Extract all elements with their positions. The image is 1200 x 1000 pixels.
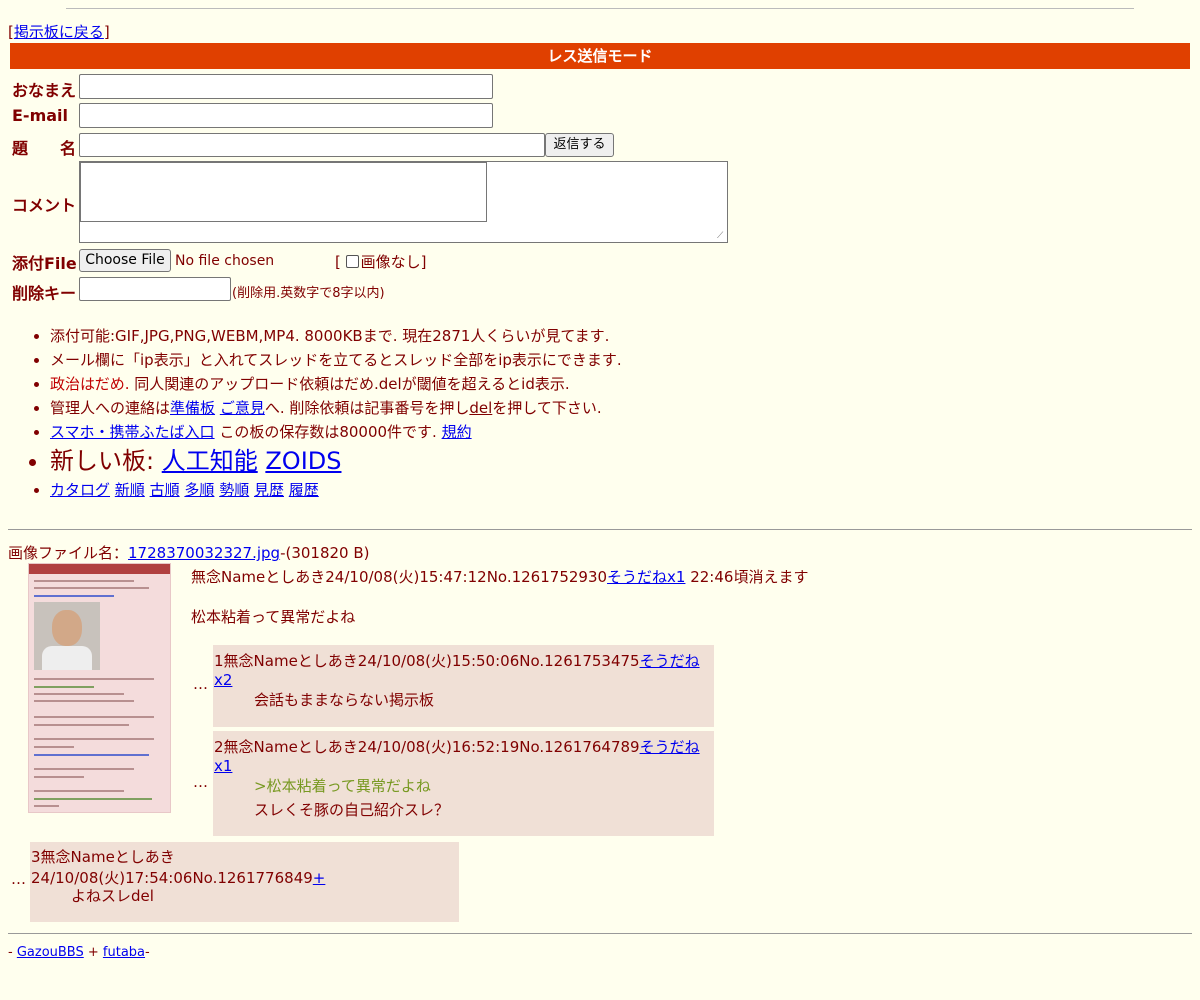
zoids-board-link[interactable]: ZOIDS (265, 447, 341, 475)
sort-momentum-link[interactable]: 勢順 (219, 481, 249, 499)
prep-board-link[interactable]: 準備板 (170, 399, 215, 417)
no-file-status: No file chosen (175, 253, 275, 269)
submit-reply-button[interactable]: 返信する (545, 133, 614, 157)
del-text: del (469, 399, 493, 417)
reply-2: 2無念Nameとしあき24/10/08(火)16:52:19No.1261764… (213, 731, 714, 836)
no-image-checkbox[interactable] (345, 255, 359, 268)
reply-ellipsis: … (193, 773, 208, 791)
op-soudane-link[interactable]: そうだねx1 (607, 568, 685, 586)
reply-header: 1無念Nameとしあき24/10/08(火)15:50:06No.1261753… (214, 652, 700, 689)
mobile-entrance-link[interactable]: スマホ・携帯ふたば入口 (50, 423, 215, 441)
op-comment: 松本粘着って異常だよね (191, 608, 356, 626)
email-label: E-mail (12, 106, 69, 125)
image-file-link[interactable]: 1728370032327.jpg (128, 544, 280, 562)
ai-board-link[interactable]: 人工知能 (162, 447, 258, 475)
no-image-option: [ 画像なし] (335, 253, 427, 271)
reply-ellipsis: … (193, 675, 208, 693)
choose-file-button[interactable]: Choose File (79, 249, 171, 272)
email-input[interactable] (79, 103, 493, 128)
file-label: 添付File (12, 254, 77, 273)
rule-item: スマホ・携帯ふたば入口 この板の保存数は80000件です. 規約 (50, 420, 622, 444)
new-boards-item: 新しい板: 人工知能 ZOIDS (50, 444, 622, 478)
history-link[interactable]: 履歴 (289, 481, 319, 499)
rule-item: メール欄に「ip表示」と入れてスレッドを立てるとスレッド全部をip表示にできます… (50, 348, 622, 372)
subject-input[interactable] (79, 133, 545, 157)
top-divider (66, 8, 1134, 9)
thread-thumbnail[interactable] (28, 563, 171, 813)
rule-item: 政治はだめ. 同人関連のアップロード依頼はだめ.delが閾値を超えるとid表示. (50, 372, 622, 396)
gazoubbs-link[interactable]: GazouBBS (17, 945, 84, 960)
sort-links-item: カタログ 新順 古順 多順 勢順 見歴 履歴 (50, 478, 622, 502)
rule-item: 添付可能:GIF,JPG,PNG,WEBM,MP4. 8000KBまで. 現在2… (50, 324, 622, 348)
futaba-link[interactable]: futaba (103, 945, 145, 960)
reply-header: 3無念Nameとしあき24/10/08(火)17:54:06No.1261776… (31, 848, 326, 887)
sort-oldest-link[interactable]: 古順 (150, 481, 180, 499)
reply-1: 1無念Nameとしあき24/10/08(火)15:50:06No.1261753… (213, 645, 714, 727)
delete-key-note: (削除用.英数字で8字以内) (232, 286, 385, 301)
reply-3: 3無念Nameとしあき24/10/08(火)17:54:06No.1261776… (30, 842, 459, 922)
terms-link[interactable]: 規約 (442, 423, 472, 441)
reply-header: 2無念Nameとしあき24/10/08(火)16:52:19No.1261764… (214, 738, 700, 775)
back-to-board-link[interactable]: 掲示板に戻る (14, 23, 104, 41)
reply-quote: >松本粘着って異常だよね (254, 777, 431, 795)
reply-ellipsis: … (11, 870, 26, 888)
reply-mode-banner: レス送信モード (10, 43, 1190, 69)
footer-divider (8, 933, 1192, 934)
reply-3-plus-link[interactable]: + (313, 869, 326, 887)
thread-divider (8, 529, 1192, 530)
sort-newest-link[interactable]: 新順 (115, 481, 145, 499)
rule-item: 管理人への連絡は準備板 ご意見へ. 削除依頼は記事番号を押しdelを押して下さい… (50, 396, 622, 420)
reply-comment: スレくそ豚の自己紹介スレ？ (254, 801, 450, 819)
viewed-history-link[interactable]: 見歴 (254, 481, 284, 499)
resize-handle-icon[interactable]: ⟋ (717, 232, 725, 241)
name-label: おなまえ (12, 81, 77, 100)
comment-label: コメント (12, 196, 77, 215)
back-nav: [掲示板に戻る] (8, 23, 110, 41)
footer: - GazouBBS + futaba- (8, 945, 150, 960)
file-info: 画像ファイル名：1728370032327.jpg-(301820 B) (8, 544, 370, 562)
name-input[interactable] (79, 74, 493, 99)
delete-key-label: 削除キー (12, 284, 77, 303)
subject-label: 題 名 (12, 139, 77, 158)
thumbnail-photo (34, 602, 100, 670)
feedback-link[interactable]: ご意見 (220, 399, 265, 417)
sort-most-link[interactable]: 多順 (184, 481, 214, 499)
comment-inner-area[interactable] (80, 162, 487, 222)
catalog-link[interactable]: カタログ (50, 481, 110, 499)
delete-key-input[interactable] (79, 277, 231, 301)
reply-comment: 会話もままならない掲示板 (254, 691, 435, 709)
op-header: 無念Nameとしあき24/10/08(火)15:47:12No.12617529… (191, 568, 809, 586)
board-rules-list: 添付可能:GIF,JPG,PNG,WEBM,MP4. 8000KBまで. 現在2… (30, 324, 622, 502)
reply-comment: よねスレdel (71, 887, 154, 905)
